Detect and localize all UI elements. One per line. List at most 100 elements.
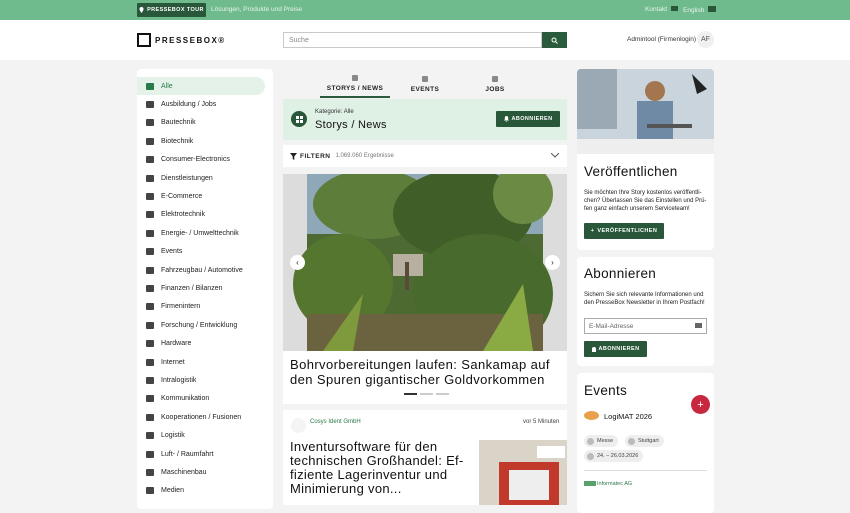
events-card: Events + LogiMAT 2026 Messe Stuttgart 24…: [577, 373, 714, 513]
sidebar-item[interactable]: Intralogistik: [137, 371, 265, 389]
filter-bar[interactable]: FILTERN 1.069.060 Ergebnisse: [283, 145, 567, 167]
sidebar-item[interactable]: Forschung / Entwicklung: [137, 316, 265, 334]
story-headline[interactable]: Inventursoftware für den technischen Gro…: [290, 440, 465, 496]
newsletter-title: Abonnieren: [584, 266, 657, 281]
sidebar-item-label: Kooperationen / Fusionen: [161, 413, 242, 421]
event-type-chip: Messe: [584, 435, 619, 447]
sidebar-item[interactable]: Kommunikation: [137, 390, 265, 408]
flag-icon: [708, 6, 717, 12]
slider-dot[interactable]: [436, 393, 449, 395]
plus-icon: +: [590, 228, 595, 234]
search-button[interactable]: [542, 32, 567, 48]
tab-storys-news[interactable]: STORYS / NEWS: [320, 70, 390, 98]
add-event-button[interactable]: +: [691, 395, 710, 414]
grid-icon: [291, 111, 307, 127]
sidebar-item[interactable]: Maschinenbau: [137, 463, 265, 481]
sidebar-item[interactable]: Events: [137, 243, 265, 261]
sidebar-item-label: Intralogistik: [161, 376, 197, 384]
chevron-down-icon[interactable]: [551, 153, 559, 158]
sidebar-item-label: Alle: [161, 82, 173, 90]
next-company[interactable]: Informatec AG: [597, 481, 632, 487]
story-card[interactable]: Cosys Ident GmbH vor 5 Minuten Inventurs…: [283, 410, 567, 505]
grid-icon: [146, 82, 154, 90]
sidebar-item-label: Fahrzeugbau / Automotive: [161, 266, 243, 274]
sidebar-item[interactable]: Energie- / Umwelttechnik: [137, 224, 265, 242]
leaf-icon: [146, 137, 154, 145]
sidebar-item[interactable]: Kooperationen / Fusionen: [137, 408, 265, 426]
event-type: Messe: [597, 438, 614, 444]
bell-icon: [591, 346, 596, 352]
newsletter-button-label: ABONNIEREN: [598, 346, 640, 352]
news-icon: [352, 74, 358, 81]
sidebar-item[interactable]: Elektrotechnik: [137, 206, 265, 224]
pressebox-logo[interactable]: PRESSEBOX®: [137, 33, 226, 47]
chip-icon: [146, 340, 154, 348]
sidebar-item-label: Hardware: [161, 340, 192, 348]
warehouse-icon: [146, 376, 154, 384]
sidebar-item[interactable]: Dienstleistungen: [137, 169, 265, 187]
publish-button[interactable]: + VERÖFFENTLICHEN: [584, 223, 664, 239]
tagline[interactable]: Lösungen, Produkte und Preise: [211, 6, 302, 13]
tab-label: STORYS / NEWS: [326, 84, 384, 92]
category-sidebar: Alle Ausbildung / Jobs Bautechnik Biotechni…: [137, 69, 273, 509]
tab-events[interactable]: EVENTS: [390, 70, 460, 98]
location-icon: [628, 437, 635, 445]
publish-title: Veröffentlichen: [584, 164, 678, 179]
sidebar-item[interactable]: Fahrzeugbau / Automotive: [137, 261, 265, 279]
pin-icon: [139, 7, 144, 13]
featured-slider[interactable]: ‹ › Bohrvorbereitungen laufen: Sankamap …: [283, 174, 567, 404]
sidebar-item[interactable]: Luft- / Raumfahrt: [137, 445, 265, 463]
slider-dot[interactable]: [420, 393, 433, 395]
calendar-icon: [422, 75, 428, 82]
slider-dot[interactable]: [404, 393, 417, 395]
sidebar-item-label: E-Commerce: [161, 193, 203, 201]
slider-dots: [404, 393, 449, 395]
user-name[interactable]: Admintool (Firmenlogin): [627, 36, 696, 43]
company-logo: [291, 418, 306, 433]
briefcase-icon: [492, 75, 498, 82]
piggybank-icon: [146, 284, 154, 292]
sidebar-item[interactable]: Firmenintern: [137, 298, 265, 316]
sidebar-item[interactable]: Hardware: [137, 334, 265, 352]
sidebar-item-label: Ausbildung / Jobs: [161, 101, 217, 109]
featured-title[interactable]: Bohrvorbereitungen laufen: Sankamap auf …: [290, 357, 565, 387]
sidebar-item-label: Biotechnik: [161, 137, 194, 145]
email-input[interactable]: E-Mail-Adresse: [584, 318, 707, 334]
sidebar-item[interactable]: Alle: [137, 77, 265, 96]
story-thumbnail[interactable]: [479, 440, 567, 505]
sidebar-item-label: Logistik: [161, 432, 185, 440]
sidebar-item[interactable]: Finanzen / Bilanzen: [137, 279, 265, 297]
sidebar-item[interactable]: Bautechnik: [137, 114, 265, 132]
publish-image: [577, 69, 714, 154]
sidebar-item-label: Firmenintern: [161, 303, 201, 311]
pressebox-tour-button[interactable]: PRESSEBOX TOUR: [137, 3, 206, 17]
battery-icon: [146, 229, 154, 237]
sidebar-item[interactable]: Internet: [137, 353, 265, 371]
sidebar-item-label: Elektrotechnik: [161, 211, 205, 219]
newsletter-subscribe-button[interactable]: ABONNIEREN: [584, 341, 647, 357]
avatar[interactable]: AF: [697, 31, 714, 48]
content-tabs: STORYS / NEWS EVENTS JOBS: [283, 70, 567, 98]
sidebar-item-label: Kommunikation: [161, 395, 210, 403]
language-link[interactable]: English: [683, 6, 717, 14]
filter-label: FILTERN: [300, 152, 331, 160]
calendar-icon: [587, 452, 594, 460]
devices-icon: [146, 156, 154, 164]
sidebar-item[interactable]: E-Commerce: [137, 187, 265, 205]
sidebar-item[interactable]: Medien: [137, 482, 265, 500]
tab-label: EVENTS: [410, 85, 440, 93]
sidebar-item[interactable]: Biotechnik: [137, 132, 265, 150]
event-name[interactable]: LogiMAT 2026: [604, 412, 652, 421]
search-input[interactable]: Suche: [283, 32, 542, 48]
slider-prev-button[interactable]: ‹: [290, 255, 305, 270]
sidebar-item-label: Bautechnik: [161, 119, 196, 127]
sidebar-item[interactable]: Logistik: [137, 426, 265, 444]
slider-next-button[interactable]: ›: [545, 255, 560, 270]
company-name[interactable]: Cosys Ident GmbH: [310, 419, 361, 425]
featured-image[interactable]: [283, 174, 567, 351]
tab-jobs[interactable]: JOBS: [460, 70, 530, 98]
sidebar-item[interactable]: Ausbildung / Jobs: [137, 95, 265, 113]
contact-link[interactable]: Kontakt: [645, 6, 678, 13]
subscribe-button[interactable]: ABONNIEREN: [496, 111, 560, 127]
sidebar-item[interactable]: Consumer-Electronics: [137, 151, 265, 169]
